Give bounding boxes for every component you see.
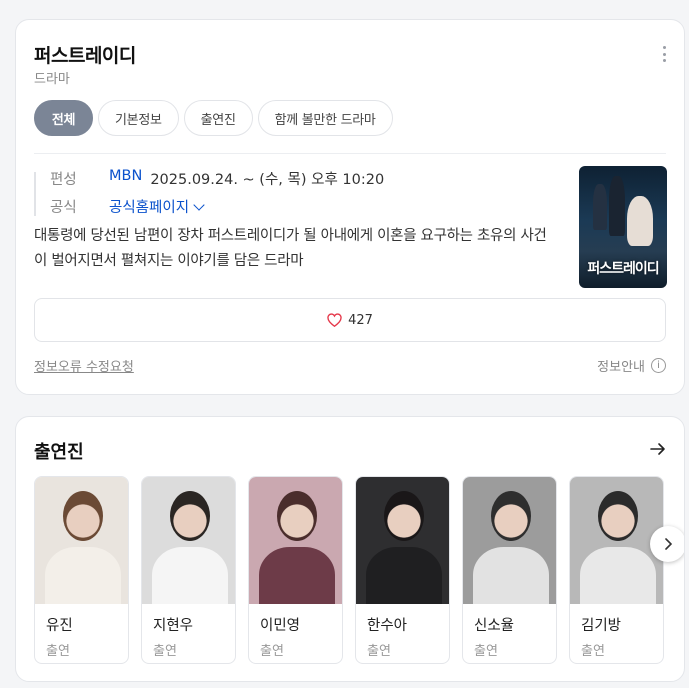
heart-icon bbox=[327, 313, 342, 327]
cast-photo bbox=[356, 477, 449, 604]
cast-photo-head bbox=[170, 491, 210, 541]
cast-photo-head bbox=[277, 491, 317, 541]
cast-photo bbox=[142, 477, 235, 604]
like-button[interactable]: 427 bbox=[34, 298, 666, 342]
cast-member-card[interactable]: 지현우출연 bbox=[141, 476, 236, 664]
tab-similar-dramas[interactable]: 함께 볼만한 드라마 bbox=[257, 100, 393, 136]
drama-title: 퍼스트레이디 bbox=[34, 45, 136, 67]
cast-role: 출연 bbox=[581, 644, 605, 659]
arrow-right-icon[interactable] bbox=[650, 442, 666, 456]
cast-photo-body bbox=[366, 547, 442, 604]
poster-figure bbox=[609, 176, 625, 236]
cast-photo-head bbox=[63, 491, 103, 541]
official-homepage-label: 공식홈페이지 bbox=[109, 200, 190, 216]
tab-all[interactable]: 전체 bbox=[34, 100, 93, 136]
cast-photo bbox=[463, 477, 556, 604]
poster-figure bbox=[627, 196, 653, 246]
cast-photo bbox=[249, 477, 342, 604]
cast-name: 이민영 bbox=[260, 618, 301, 634]
cast-member-card[interactable]: 유진출연 bbox=[34, 476, 129, 664]
broadcast-channel-link[interactable]: MBN bbox=[109, 168, 142, 189]
meta-bar bbox=[34, 172, 36, 216]
info-guide-button[interactable]: 정보안내 i bbox=[597, 356, 666, 375]
cast-member-card[interactable]: 신소율출연 bbox=[462, 476, 557, 664]
drama-description: 대통령에 당선된 남편이 장차 퍼스트레이디가 될 아내에게 이혼을 요구하는 … bbox=[34, 228, 547, 269]
tab-bar: 전체 기본정보 출연진 함께 볼만한 드라마 bbox=[34, 100, 393, 136]
cast-photo-head bbox=[384, 491, 424, 541]
cast-name: 신소율 bbox=[474, 618, 515, 634]
more-options-icon[interactable] bbox=[662, 46, 666, 62]
official-label: 공식 bbox=[50, 200, 77, 216]
broadcast-row: 편성 MBN 2025.09.24. ~ (수, 목) 오후 10:20 bbox=[50, 168, 384, 189]
drama-genre: 드라마 bbox=[34, 72, 70, 87]
drama-poster[interactable]: 퍼스트레이디 bbox=[579, 166, 667, 288]
poster-figure bbox=[593, 184, 607, 230]
broadcast-schedule: 2025.09.24. ~ (수, 목) 오후 10:20 bbox=[150, 172, 385, 188]
tab-basic-info[interactable]: 기본정보 bbox=[98, 100, 179, 136]
cast-photo-body bbox=[580, 547, 656, 604]
cast-name: 지현우 bbox=[153, 618, 194, 634]
info-guide-label: 정보안내 bbox=[597, 360, 645, 375]
cast-role: 출연 bbox=[474, 644, 498, 659]
like-count: 427 bbox=[348, 312, 373, 328]
info-icon: i bbox=[651, 358, 666, 373]
drama-info-card: 퍼스트레이디 드라마 전체 기본정보 출연진 함께 볼만한 드라마 편성 MBN… bbox=[15, 19, 685, 395]
tab-cast[interactable]: 출연진 bbox=[183, 100, 253, 136]
official-homepage-link[interactable]: 공식홈페이지 bbox=[109, 196, 205, 217]
cast-photo-head bbox=[491, 491, 531, 541]
cast-photo bbox=[35, 477, 128, 604]
cast-role: 출연 bbox=[260, 644, 284, 659]
cast-name: 유진 bbox=[46, 618, 73, 634]
cast-photo-body bbox=[152, 547, 228, 604]
cast-member-card[interactable]: 김기방출연 bbox=[569, 476, 664, 664]
cast-photo-head bbox=[598, 491, 638, 541]
cast-role: 출연 bbox=[46, 644, 70, 659]
cast-name: 김기방 bbox=[581, 618, 622, 634]
cast-list: 유진 출연 지현우 출연 이민영 출연 한수아 출연 신소율 출연 김기방 출연 bbox=[34, 476, 664, 664]
cast-photo-body bbox=[473, 547, 549, 604]
chevron-right-icon bbox=[665, 538, 672, 550]
cast-photo-body bbox=[45, 547, 121, 604]
official-row: 공식 공식홈페이지 bbox=[50, 196, 205, 217]
cast-section-title: 출연진 bbox=[34, 442, 84, 463]
cast-member-card[interactable]: 한수아출연 bbox=[355, 476, 450, 664]
cast-member-card[interactable]: 이민영출연 bbox=[248, 476, 343, 664]
poster-title: 퍼스트레이디 bbox=[587, 261, 659, 277]
cast-card: 출연진 유진 출연 지현우 출연 이민영 출연 한수아 출연 신소율 출연 김기방 출연 bbox=[15, 416, 685, 682]
cast-role: 출연 bbox=[367, 644, 391, 659]
cast-name: 한수아 bbox=[367, 618, 408, 634]
report-error-link[interactable]: 정보오류 수정요청 bbox=[34, 356, 134, 375]
divider bbox=[34, 153, 666, 154]
cast-role: 출연 bbox=[153, 644, 177, 659]
next-button[interactable] bbox=[650, 526, 684, 562]
broadcast-label: 편성 bbox=[50, 172, 77, 188]
cast-photo-body bbox=[259, 547, 335, 604]
chevron-down-icon bbox=[193, 199, 205, 211]
